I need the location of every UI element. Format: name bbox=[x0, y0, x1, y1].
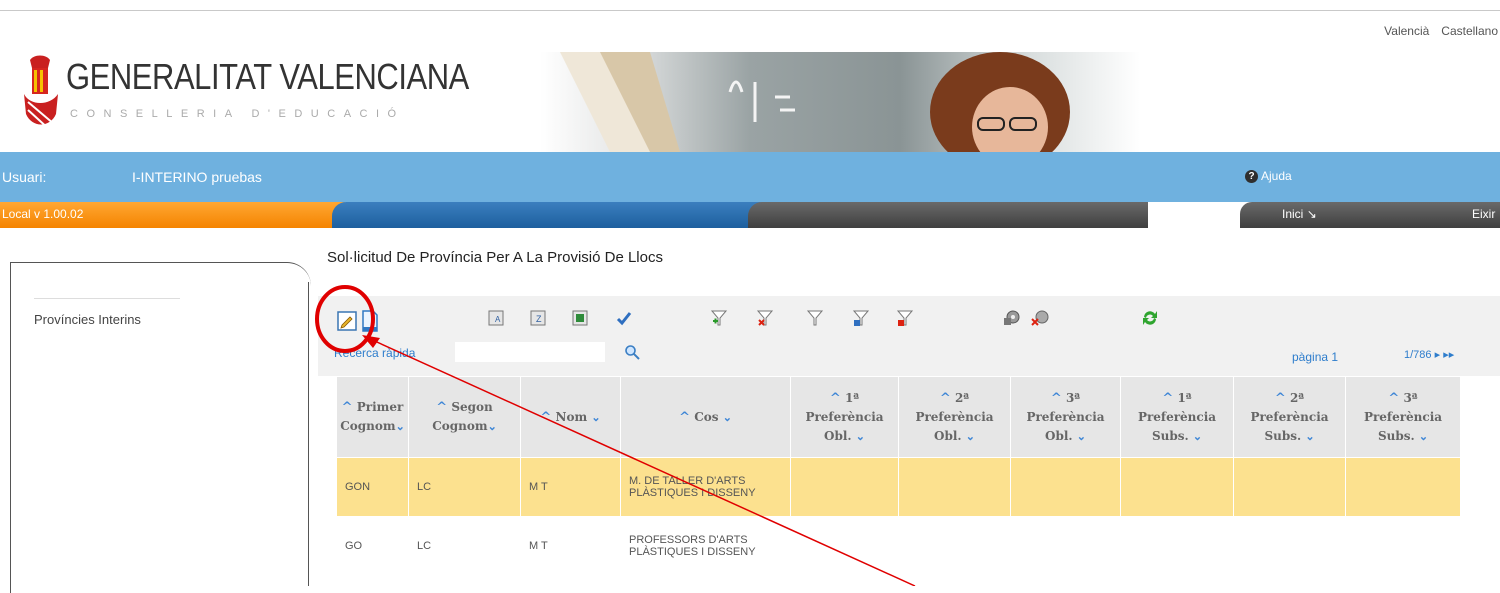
col-header-3-pref-subs[interactable]: ^ 3ª Preferència Subs. ⌄ bbox=[1345, 376, 1461, 458]
config-remove-icon[interactable] bbox=[1030, 309, 1050, 327]
crest-icon bbox=[24, 55, 58, 131]
table-cell bbox=[898, 457, 1011, 517]
table-cell bbox=[790, 516, 899, 576]
lang-valencia-link[interactable]: Valencià bbox=[1384, 24, 1429, 38]
filter-add-icon[interactable] bbox=[710, 309, 728, 327]
table-cell: M T bbox=[520, 457, 621, 517]
data-table: ^ Primer Cognom⌄ ^ Segon Cognom⌄ ^ Nom ⌄ ^… bbox=[336, 376, 1461, 576]
sidebar-edge bbox=[308, 282, 309, 586]
tab-dark-right bbox=[1240, 202, 1500, 228]
table-header-row: ^ Primer Cognom⌄ ^ Segon Cognom⌄ ^ Nom ⌄ ^… bbox=[336, 376, 1461, 458]
col-header-primer-cognom[interactable]: ^ Primer Cognom⌄ bbox=[336, 376, 409, 458]
col-header-3-pref-obl[interactable]: ^ 3ª Preferència Obl. ⌄ bbox=[1010, 376, 1121, 458]
check-icon[interactable] bbox=[616, 310, 632, 326]
edit-icon[interactable] bbox=[336, 310, 358, 332]
table-cell bbox=[1233, 516, 1346, 576]
last-page-icon[interactable]: ▸▸ bbox=[1443, 349, 1454, 361]
logo-title: GENERALITAT VALENCIANA bbox=[66, 56, 469, 97]
quick-search-label: Recerca ràpida bbox=[334, 346, 416, 360]
table-cell bbox=[1120, 457, 1234, 517]
inici-link[interactable]: Inici ↘ bbox=[1282, 207, 1317, 221]
table-cell: M T bbox=[520, 516, 621, 576]
tab-blue bbox=[332, 202, 762, 228]
svg-text:Z: Z bbox=[536, 314, 542, 324]
page-count: 1/786 ▸ ▸▸ bbox=[1404, 348, 1454, 361]
page-label: pàgina 1 bbox=[1292, 350, 1339, 364]
col-header-1-pref-obl[interactable]: ^ 1ª Preferència Obl. ⌄ bbox=[790, 376, 899, 458]
filter-save-icon[interactable] bbox=[852, 309, 870, 327]
page-count-text: 1/786 bbox=[1404, 349, 1432, 361]
tab-dark bbox=[748, 202, 1148, 228]
config-icon[interactable] bbox=[1002, 309, 1022, 327]
inici-label: Inici bbox=[1282, 207, 1304, 221]
svg-text:A: A bbox=[495, 315, 501, 324]
table-cell: LC bbox=[408, 457, 521, 517]
table-cell bbox=[1010, 516, 1121, 576]
header-banner-image bbox=[540, 52, 1140, 152]
table-row[interactable]: GON LC M T M. DE TALLER D'ARTS PLÀSTIQUE… bbox=[336, 457, 1461, 517]
inici-arrow-icon: ↘ bbox=[1306, 207, 1317, 221]
refresh-icon[interactable] bbox=[1140, 308, 1160, 328]
user-label: Usuari: bbox=[2, 169, 47, 185]
version-label: Local v 1.00.02 bbox=[2, 207, 84, 221]
excel-icon[interactable] bbox=[572, 310, 588, 326]
filter-delete-icon[interactable] bbox=[896, 309, 914, 327]
tab-band: Local v 1.00.02 Inici ↘ Eixir bbox=[0, 202, 1500, 228]
eixir-link[interactable]: Eixir bbox=[1472, 207, 1495, 221]
new-document-icon[interactable] bbox=[360, 310, 380, 332]
table-cell bbox=[1233, 457, 1346, 517]
sort-icon[interactable]: Z bbox=[530, 310, 546, 326]
help-icon: ? bbox=[1245, 169, 1258, 183]
logo: GENERALITAT VALENCIANA CONSELLERIA D'EDU… bbox=[20, 52, 469, 152]
table-cell: LC bbox=[408, 516, 521, 576]
help-label: Ajuda bbox=[1261, 169, 1292, 183]
filter-remove-icon[interactable] bbox=[756, 309, 774, 327]
col-header-1-pref-subs[interactable]: ^ 1ª Preferència Subs. ⌄ bbox=[1120, 376, 1234, 458]
filter-icon[interactable] bbox=[806, 309, 824, 327]
toolbar bbox=[318, 296, 1500, 376]
col-header-cos[interactable]: ^ Cos ⌄ bbox=[620, 376, 791, 458]
next-page-icon[interactable]: ▸ bbox=[1435, 349, 1441, 361]
banner-illustration bbox=[560, 52, 1070, 152]
col-header-nom[interactable]: ^ Nom ⌄ bbox=[520, 376, 621, 458]
sidebar-divider bbox=[34, 298, 180, 299]
table-cell: PROFESSORS D'ARTS PLÀSTIQUES I DISSENY bbox=[620, 516, 791, 576]
lang-castellano-link[interactable]: Castellano bbox=[1441, 24, 1498, 38]
table-cell bbox=[1120, 516, 1234, 576]
language-switcher: Valencià Castellano bbox=[1384, 24, 1498, 38]
col-header-2-pref-obl[interactable]: ^ 2ª Preferència Obl. ⌄ bbox=[898, 376, 1011, 458]
logo-subtitle: CONSELLERIA D'EDUCACIÓ bbox=[70, 108, 405, 120]
table-cell: M. DE TALLER D'ARTS PLÀSTIQUES I DISSENY bbox=[620, 457, 791, 517]
table-cell: GO bbox=[336, 516, 409, 576]
table-cell: GON bbox=[336, 457, 409, 517]
col-header-segon-cognom[interactable]: ^ Segon Cognom⌄ bbox=[408, 376, 521, 458]
table-cell bbox=[1345, 457, 1461, 517]
table-cell bbox=[790, 457, 899, 517]
top-divider bbox=[0, 10, 1500, 11]
table-cell bbox=[1010, 457, 1121, 517]
export-icon[interactable]: A bbox=[488, 310, 504, 326]
search-icon[interactable] bbox=[624, 344, 640, 360]
table-cell bbox=[898, 516, 1011, 576]
user-bar: Usuari: I-INTERINO pruebas ? Ajuda bbox=[0, 152, 1500, 202]
sidebar-item-provincies-interins[interactable]: Províncies Interins bbox=[34, 312, 141, 327]
col-header-2-pref-subs[interactable]: ^ 2ª Preferència Subs. ⌄ bbox=[1233, 376, 1346, 458]
table-row[interactable]: GO LC M T PROFESSORS D'ARTS PLÀSTIQUES I… bbox=[336, 516, 1461, 576]
quick-search-input[interactable] bbox=[455, 342, 605, 362]
page-title: Sol·licitud De Província Per A La Provis… bbox=[327, 249, 663, 266]
help-link[interactable]: ? Ajuda bbox=[1245, 169, 1292, 183]
table-cell bbox=[1345, 516, 1461, 576]
user-name: I-INTERINO pruebas bbox=[132, 169, 262, 185]
